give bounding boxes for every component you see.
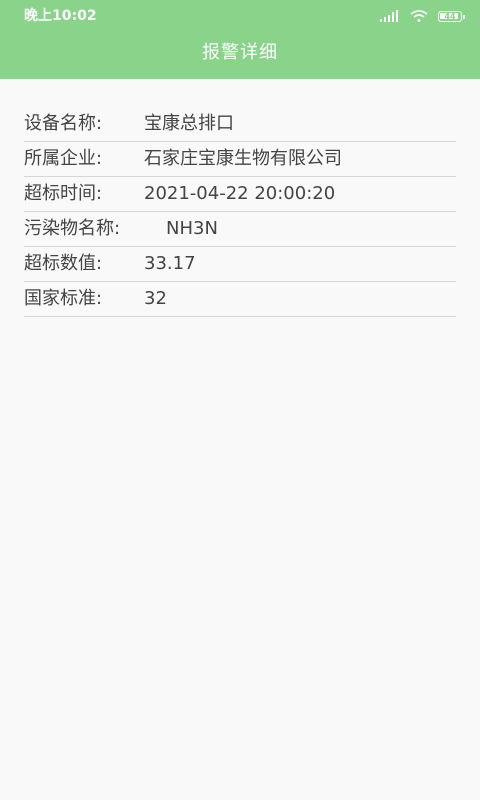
exceed-time-value: 2021-04-22 20:00:20 — [144, 183, 336, 204]
detail-row-exceed-time: 超标时间: 2021-04-22 20:00:20 — [24, 177, 456, 212]
detail-row-exceed-value: 超标数值: 33.17 — [24, 247, 456, 282]
detail-row-device-name: 设备名称: 宝康总排口 — [24, 107, 456, 142]
page-title: 报警详细 — [202, 42, 278, 63]
exceed-value-label: 超标数值: — [24, 253, 103, 274]
device-name-value: 宝康总排口 — [144, 113, 234, 134]
status-bar: 晚上10:02 44 — [0, 0, 480, 32]
status-time: 晚上10:02 — [24, 8, 97, 24]
wifi-icon — [410, 10, 428, 22]
device-name-label: 设备名称: — [24, 113, 103, 134]
company-label: 所属企业: — [24, 148, 103, 169]
signal-icon — [380, 10, 400, 22]
pollutant-value: NH3N — [166, 218, 218, 239]
exceed-value-value: 33.17 — [144, 253, 196, 274]
detail-row-pollutant: 污染物名称: NH3N — [24, 212, 456, 247]
national-standard-label: 国家标准: — [24, 288, 103, 309]
battery-icon: 44 — [438, 10, 465, 22]
alarm-detail-list: 设备名称: 宝康总排口 所属企业: 石家庄宝康生物有限公司 超标时间: 2021… — [24, 107, 456, 317]
status-icons: 44 — [380, 8, 465, 24]
company-value: 石家庄宝康生物有限公司 — [144, 148, 342, 169]
national-standard-value: 32 — [144, 288, 167, 309]
battery-level: 44 — [444, 11, 456, 21]
detail-row-company: 所属企业: 石家庄宝康生物有限公司 — [24, 142, 456, 177]
pollutant-label: 污染物名称: — [24, 218, 121, 239]
app-bar: 报警详细 — [0, 32, 480, 79]
detail-row-national-standard: 国家标准: 32 — [24, 282, 456, 317]
exceed-time-label: 超标时间: — [24, 183, 103, 204]
